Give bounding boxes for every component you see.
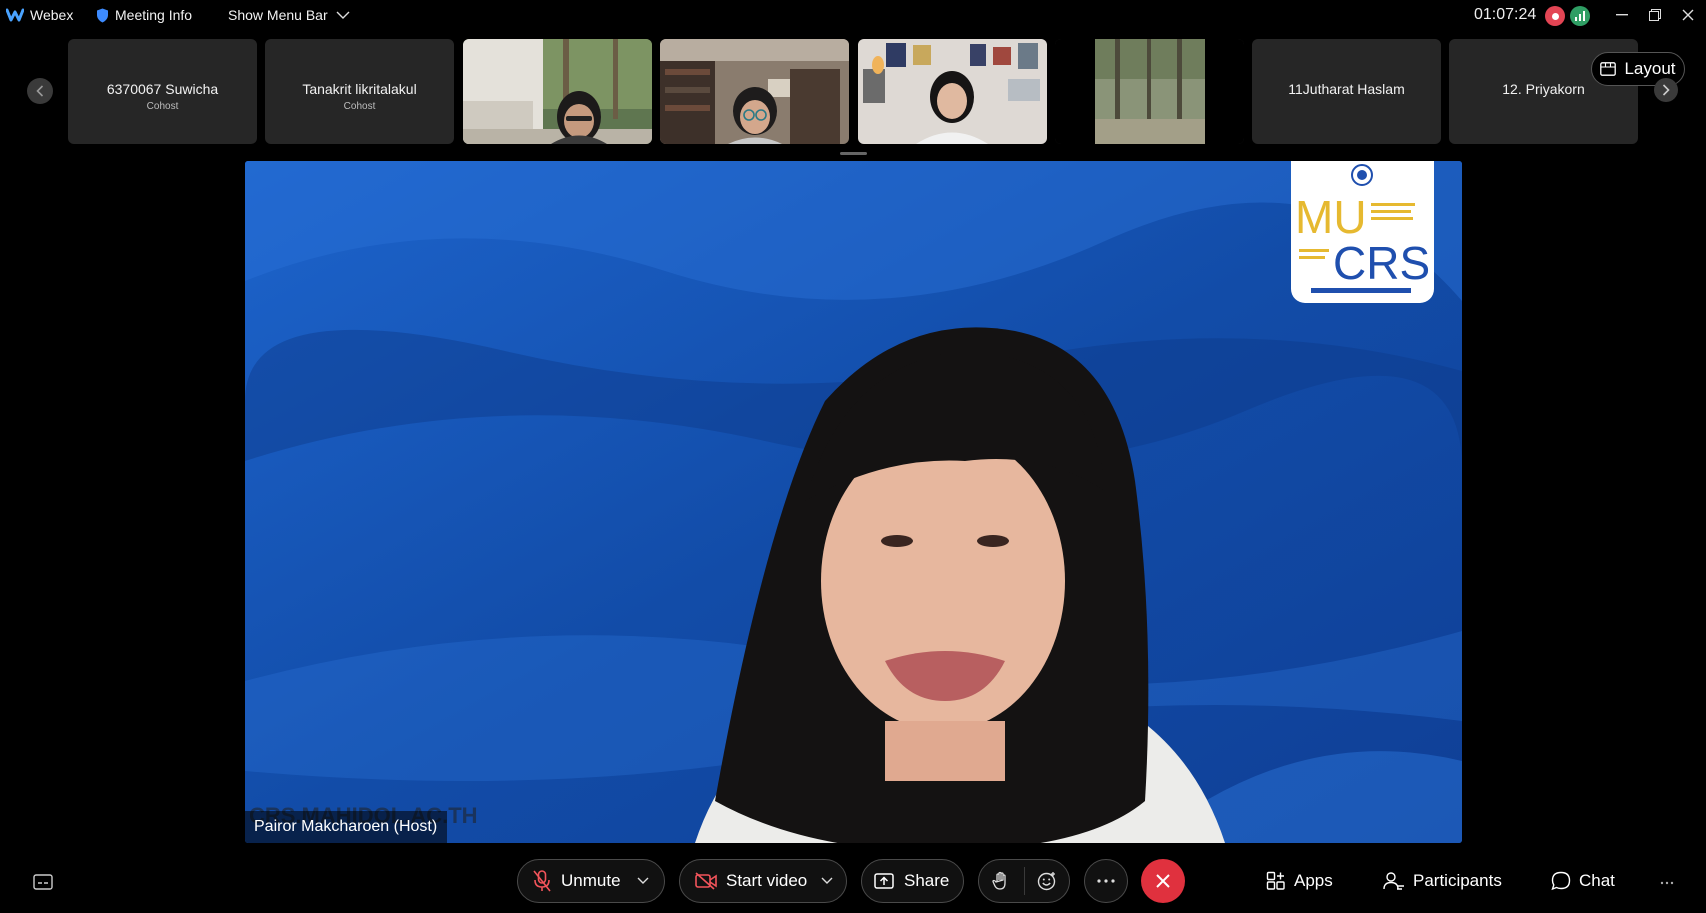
- apps-label: Apps: [1294, 871, 1333, 890]
- chat-button[interactable]: Chat: [1551, 866, 1615, 896]
- divider: [1023, 867, 1025, 895]
- leave-meeting-button[interactable]: [1141, 859, 1185, 903]
- chat-label: Chat: [1579, 871, 1615, 890]
- logo-mu-text: MU: [1295, 191, 1367, 243]
- layout-label: Layout: [1624, 59, 1676, 78]
- share-label: Share: [904, 871, 950, 890]
- recording-icon[interactable]: [1545, 6, 1565, 26]
- participant-video: [463, 39, 652, 144]
- chevron-right-icon: [1662, 84, 1670, 96]
- app-title: Webex: [6, 7, 73, 23]
- meeting-timer: 01:07:24: [1474, 6, 1537, 23]
- participant-role: Cohost: [343, 101, 376, 112]
- more-icon: [1097, 879, 1115, 883]
- unmute-button[interactable]: Unmute: [517, 859, 665, 903]
- layout-icon: [1600, 62, 1617, 76]
- speaker-name-label: Pairor Makcharoen (Host): [245, 811, 448, 843]
- participant-video: [858, 39, 1047, 144]
- participants-label: Participants: [1413, 871, 1502, 890]
- more-options-button[interactable]: [1084, 859, 1128, 903]
- raise-hand-icon[interactable]: [991, 871, 1011, 891]
- reactions-group: [978, 859, 1070, 903]
- apps-icon: [1266, 871, 1285, 890]
- restore-icon[interactable]: [1643, 4, 1667, 26]
- participant-video-tile[interactable]: [463, 39, 652, 144]
- mic-off-icon: [533, 870, 551, 892]
- more-icon: [1660, 881, 1674, 885]
- minimize-icon[interactable]: [1610, 4, 1634, 26]
- meeting-info-label: Meeting Info: [115, 7, 193, 23]
- close-icon[interactable]: [1676, 4, 1700, 26]
- participant-tile[interactable]: Tanakrit likritalakul Cohost: [265, 39, 454, 144]
- unmute-label: Unmute: [561, 871, 621, 890]
- overflow-menu-button[interactable]: [1660, 868, 1674, 898]
- participant-tile[interactable]: 6370067 Suwicha Cohost: [68, 39, 257, 144]
- participant-name: Tanakrit likritalakul: [302, 81, 417, 97]
- network-health-icon[interactable]: [1570, 6, 1590, 26]
- chevron-down-icon[interactable]: [821, 877, 833, 885]
- active-speaker-video: CRS.MAHIDOL.AC.TH MU CRS Pairor Makcharo…: [245, 161, 1462, 843]
- video-off-icon: [695, 872, 717, 890]
- share-screen-icon: [874, 873, 894, 889]
- participant-video: [1055, 39, 1244, 144]
- apps-button[interactable]: Apps: [1266, 866, 1333, 896]
- chevron-down-icon[interactable]: [637, 877, 649, 885]
- filmstrip-next-button[interactable]: [1654, 78, 1678, 102]
- participant-role: Cohost: [146, 101, 179, 112]
- participant-video-tile[interactable]: [1055, 39, 1244, 144]
- participant-name: 6370067 Suwicha: [106, 81, 219, 97]
- start-video-button[interactable]: Start video: [679, 859, 847, 903]
- webex-logo-icon: [6, 8, 24, 22]
- closed-captions-button[interactable]: [31, 870, 55, 894]
- filmstrip-resize-handle[interactable]: [840, 152, 867, 155]
- participant-name: 11Jutharat Haslam: [1288, 81, 1405, 97]
- shield-icon: [97, 8, 108, 22]
- share-button[interactable]: Share: [861, 859, 964, 903]
- mucrs-logo: MU CRS: [1291, 161, 1434, 303]
- participant-video: [660, 39, 849, 144]
- start-video-label: Start video: [726, 871, 808, 890]
- participant-video-tile[interactable]: [858, 39, 1047, 144]
- chat-icon: [1551, 871, 1571, 891]
- chevron-down-icon: [336, 11, 350, 19]
- participant-tile[interactable]: 11Jutharat Haslam: [1252, 39, 1441, 144]
- logo-crs-text: CRS: [1333, 237, 1430, 289]
- participants-icon: [1383, 872, 1404, 890]
- title-bar: Webex Meeting Info Show Menu Bar 01:07:2…: [0, 0, 1706, 32]
- show-menu-bar-button[interactable]: Show Menu Bar: [228, 7, 350, 23]
- emoji-reaction-icon[interactable]: [1037, 871, 1057, 891]
- meeting-info-button[interactable]: Meeting Info: [96, 7, 192, 23]
- speaker-video-frame: CRS.MAHIDOL.AC.TH: [245, 161, 1462, 843]
- close-icon: [1156, 874, 1170, 888]
- filmstrip-previous-button[interactable]: [27, 78, 53, 104]
- app-name: Webex: [30, 7, 74, 23]
- participants-button[interactable]: Participants: [1383, 866, 1502, 896]
- show-menu-bar-label: Show Menu Bar: [228, 7, 328, 23]
- chevron-left-icon: [36, 85, 44, 97]
- participant-video-tile[interactable]: [660, 39, 849, 144]
- closed-captions-icon: [33, 874, 53, 890]
